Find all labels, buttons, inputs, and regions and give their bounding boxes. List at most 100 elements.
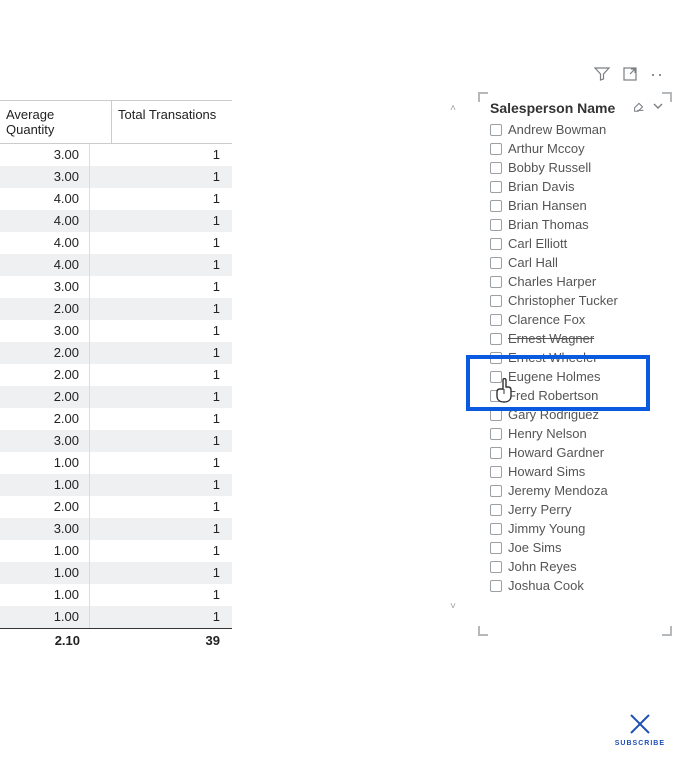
- table-row[interactable]: 2.001: [0, 408, 232, 430]
- cell-avg-qty: 1.00: [0, 584, 90, 606]
- slicer-item[interactable]: Clarence Fox: [490, 310, 664, 329]
- slicer-item-label: Howard Sims: [508, 462, 585, 481]
- slicer-item[interactable]: Bobby Russell: [490, 158, 664, 177]
- table-row[interactable]: 4.001: [0, 210, 232, 232]
- checkbox-icon[interactable]: [490, 200, 502, 212]
- chevron-down-icon[interactable]: [652, 100, 664, 112]
- slicer-item[interactable]: Brian Thomas: [490, 215, 664, 234]
- slicer-item[interactable]: Jerry Perry: [490, 500, 664, 519]
- slicer-item[interactable]: John Reyes: [490, 557, 664, 576]
- table-row[interactable]: 3.001: [0, 276, 232, 298]
- checkbox-icon[interactable]: [490, 371, 502, 383]
- slicer-item-label: Carl Elliott: [508, 234, 567, 253]
- checkbox-icon[interactable]: [490, 466, 502, 478]
- checkbox-icon[interactable]: [490, 162, 502, 174]
- slicer-item[interactable]: Ernest Wagner: [490, 329, 664, 348]
- table-row[interactable]: 1.001: [0, 562, 232, 584]
- table-scrollbar[interactable]: ˄ ˅: [446, 104, 460, 614]
- table-row[interactable]: 2.001: [0, 386, 232, 408]
- checkbox-icon[interactable]: [490, 542, 502, 554]
- slicer-item[interactable]: Howard Gardner: [490, 443, 664, 462]
- checkbox-icon[interactable]: [490, 485, 502, 497]
- selection-handle-icon[interactable]: [662, 626, 672, 636]
- table-row[interactable]: 1.001: [0, 452, 232, 474]
- scroll-down-arrow-icon[interactable]: ˅: [448, 602, 458, 612]
- table-row[interactable]: 3.001: [0, 166, 232, 188]
- checkbox-icon[interactable]: [490, 143, 502, 155]
- table-row[interactable]: 2.001: [0, 496, 232, 518]
- checkbox-icon[interactable]: [490, 390, 502, 402]
- table-row[interactable]: 3.001: [0, 430, 232, 452]
- table-row[interactable]: 4.001: [0, 254, 232, 276]
- slicer-item[interactable]: Howard Sims: [490, 462, 664, 481]
- checkbox-icon[interactable]: [490, 181, 502, 193]
- table-row[interactable]: 4.001: [0, 188, 232, 210]
- filter-icon[interactable]: [594, 66, 610, 82]
- checkbox-icon[interactable]: [490, 561, 502, 573]
- col-header-avg-qty[interactable]: Average Quantity: [0, 101, 112, 143]
- checkbox-icon[interactable]: [490, 314, 502, 326]
- checkbox-icon[interactable]: [490, 333, 502, 345]
- table-row[interactable]: 3.001: [0, 518, 232, 540]
- table-row[interactable]: 4.001: [0, 232, 232, 254]
- slicer-item[interactable]: Joe Sims: [490, 538, 664, 557]
- col-header-total-trx[interactable]: Total Transations: [112, 101, 230, 143]
- table-row[interactable]: 2.001: [0, 298, 232, 320]
- checkbox-icon[interactable]: [490, 504, 502, 516]
- more-options-icon[interactable]: ··: [650, 68, 664, 80]
- checkbox-icon[interactable]: [490, 352, 502, 364]
- table-row[interactable]: 1.001: [0, 474, 232, 496]
- slicer-item[interactable]: Andrew Bowman: [490, 120, 664, 139]
- slicer-item[interactable]: Ernest Wheeler: [490, 348, 664, 367]
- subscribe-badge[interactable]: SUBSCRIBE: [615, 711, 665, 747]
- checkbox-icon[interactable]: [490, 124, 502, 136]
- checkbox-icon[interactable]: [490, 409, 502, 421]
- slicer-item[interactable]: Gary Rodriguez: [490, 405, 664, 424]
- slicer-item-label: Henry Nelson: [508, 424, 587, 443]
- slicer-item[interactable]: Jeremy Mendoza: [490, 481, 664, 500]
- slicer-visual[interactable]: Salesperson Name Andrew BowmanArthur Mcc…: [480, 94, 670, 634]
- slicer-item[interactable]: Fred Robertson: [490, 386, 664, 405]
- slicer-item[interactable]: Arthur Mccoy: [490, 139, 664, 158]
- table-row[interactable]: 3.001: [0, 320, 232, 342]
- table-row[interactable]: 1.001: [0, 584, 232, 606]
- slicer-item[interactable]: Carl Hall: [490, 253, 664, 272]
- checkbox-icon[interactable]: [490, 295, 502, 307]
- cell-total-trx: 1: [90, 210, 230, 232]
- cell-avg-qty: 1.00: [0, 562, 90, 584]
- table-row[interactable]: 2.001: [0, 342, 232, 364]
- table-row[interactable]: 1.001: [0, 540, 232, 562]
- slicer-item[interactable]: Charles Harper: [490, 272, 664, 291]
- clear-selections-icon[interactable]: [632, 99, 646, 113]
- table-row[interactable]: 3.001: [0, 144, 232, 166]
- data-table: Average Quantity Total Transations 3.001…: [0, 100, 232, 652]
- slicer-item-label: Howard Gardner: [508, 443, 604, 462]
- slicer-item[interactable]: Brian Davis: [490, 177, 664, 196]
- checkbox-icon[interactable]: [490, 276, 502, 288]
- checkbox-icon[interactable]: [490, 523, 502, 535]
- slicer-item[interactable]: Joshua Cook: [490, 576, 664, 595]
- slicer-title: Salesperson Name: [490, 100, 615, 116]
- focus-mode-icon[interactable]: [622, 66, 638, 82]
- checkbox-icon[interactable]: [490, 580, 502, 592]
- cell-total-trx: 1: [90, 474, 230, 496]
- slicer-item[interactable]: Carl Elliott: [490, 234, 664, 253]
- slicer-item[interactable]: Brian Hansen: [490, 196, 664, 215]
- slicer-list[interactable]: Andrew BowmanArthur MccoyBobby RussellBr…: [480, 120, 670, 620]
- slicer-item[interactable]: Henry Nelson: [490, 424, 664, 443]
- checkbox-icon[interactable]: [490, 428, 502, 440]
- selection-handle-icon[interactable]: [478, 626, 488, 636]
- slicer-item[interactable]: Christopher Tucker: [490, 291, 664, 310]
- checkbox-icon[interactable]: [490, 219, 502, 231]
- checkbox-icon[interactable]: [490, 447, 502, 459]
- scroll-up-arrow-icon[interactable]: ˄: [448, 104, 458, 114]
- table-row[interactable]: 2.001: [0, 364, 232, 386]
- table-row[interactable]: 1.001: [0, 606, 232, 628]
- slicer-item-label: Ernest Wagner: [508, 329, 594, 348]
- checkbox-icon[interactable]: [490, 257, 502, 269]
- cell-avg-qty: 1.00: [0, 606, 90, 628]
- slicer-item[interactable]: Jimmy Young: [490, 519, 664, 538]
- checkbox-icon[interactable]: [490, 238, 502, 250]
- cell-avg-qty: 1.00: [0, 474, 90, 496]
- slicer-item[interactable]: Eugene Holmes: [490, 367, 664, 386]
